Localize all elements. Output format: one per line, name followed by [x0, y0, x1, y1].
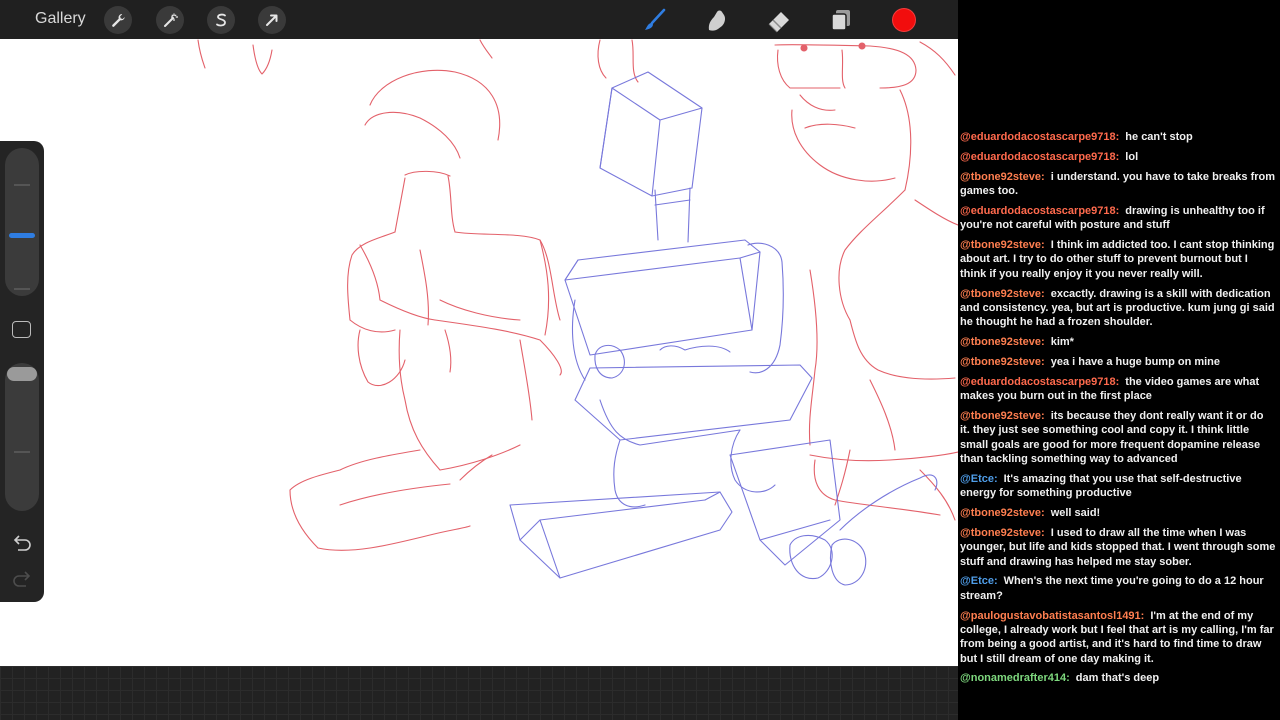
chat-username[interactable]: @tbone92steve:: [960, 288, 1045, 300]
chat-username[interactable]: @tbone92steve:: [960, 507, 1045, 519]
chat-username[interactable]: @tbone92steve:: [960, 527, 1045, 539]
chat-message-text: lol: [1125, 150, 1139, 163]
chat-message: @tbone92steve: well said!: [960, 506, 1276, 520]
chat-username[interactable]: @paulogustavobatistasantosl1491:: [960, 610, 1144, 622]
magic-wand-icon[interactable]: [156, 6, 184, 34]
slider-tick: [14, 184, 30, 186]
chat-message: @tbone92steve: I think im addicted too. I…: [960, 238, 1276, 281]
chat-message: @Etce: When's the next time you're going …: [960, 574, 1276, 603]
live-chat-panel: @eduardodacostascarpe9718: he can't stop @…: [958, 124, 1280, 720]
chat-username[interactable]: @eduardodacostascarpe9718:: [960, 131, 1119, 143]
chat-message: @nonamedrafter414: dam that's deep: [960, 671, 1276, 685]
chat-message-text: yea i have a huge bump on mine: [1050, 356, 1221, 369]
wrench-icon[interactable]: [104, 6, 132, 34]
chat-username[interactable]: @Etce:: [960, 575, 998, 587]
chat-message-text: well said!: [1050, 507, 1101, 520]
top-toolbar: Gallery: [0, 0, 958, 39]
chat-message: @tbone92steve: kim*: [960, 335, 1276, 349]
chat-message: @tbone92steve: i understand. you have to …: [960, 170, 1276, 199]
chat-username[interactable]: @tbone92steve:: [960, 356, 1045, 368]
smudge-finger-icon[interactable]: [704, 7, 730, 33]
chat-message: @eduardodacostascarpe9718: he can't stop: [960, 130, 1276, 144]
sketch-artwork: [197, 39, 958, 586]
opacity-thumb[interactable]: [7, 367, 37, 381]
chat-message: @paulogustavobatistasantosl1491: I'm at t…: [960, 609, 1276, 666]
chat-message-text: dam that's deep: [1075, 672, 1160, 685]
chat-message-text: It's amazing that you use that self-dest…: [960, 472, 1242, 500]
drawing-canvas[interactable]: [0, 39, 958, 666]
procreate-app: Gallery: [0, 0, 958, 720]
chat-username[interactable]: @eduardodacostascarpe9718:: [960, 151, 1119, 163]
chat-message-text: he can't stop: [1125, 131, 1193, 143]
chat-username[interactable]: @nonamedrafter414:: [960, 672, 1070, 684]
chat-message: @eduardodacostascarpe9718: drawing is unh…: [960, 204, 1276, 233]
arrow-cursor-icon[interactable]: [258, 6, 286, 34]
brush-icon[interactable]: [642, 7, 668, 33]
selection-s-icon[interactable]: [207, 6, 235, 34]
chat-message: @tbone92steve: its because they dont real…: [960, 409, 1276, 466]
opacity-slider[interactable]: [5, 363, 39, 511]
chat-username[interactable]: @tbone92steve:: [960, 171, 1045, 183]
chat-message: @tbone92steve: I used to draw all the tim…: [960, 526, 1276, 569]
chat-message-text: kim*: [1050, 336, 1074, 349]
chat-username[interactable]: @tbone92steve:: [960, 239, 1045, 251]
chat-username[interactable]: @Etce:: [960, 473, 998, 485]
square-icon[interactable]: [12, 321, 31, 338]
canvas-bottom-background: [0, 666, 958, 720]
chat-message: @eduardodacostascarpe9718: the video game…: [960, 375, 1276, 404]
eraser-icon[interactable]: [766, 7, 792, 33]
chat-username[interactable]: @tbone92steve:: [960, 336, 1045, 348]
chat-username[interactable]: @eduardodacostascarpe9718:: [960, 205, 1119, 217]
gallery-button[interactable]: Gallery: [35, 10, 86, 28]
chat-username[interactable]: @tbone92steve:: [960, 410, 1045, 422]
chat-message-text: When's the next time you're going to do …: [960, 575, 1264, 602]
chat-message: @tbone92steve: excactly. drawing is a ski…: [960, 287, 1276, 330]
layers-icon[interactable]: [828, 7, 854, 33]
brush-size-slider[interactable]: [5, 148, 39, 296]
redo-arrow-icon[interactable]: [10, 567, 34, 591]
undo-arrow-icon[interactable]: [10, 531, 34, 555]
brush-size-thumb[interactable]: [9, 233, 35, 238]
color-picker-swatch[interactable]: [892, 8, 916, 32]
slider-tick: [14, 288, 30, 290]
slider-tick: [14, 451, 30, 453]
chat-message: @Etce: It's amazing that you use that sel…: [960, 472, 1276, 501]
left-sidebar: [0, 141, 44, 602]
chat-message: @tbone92steve: yea i have a huge bump on …: [960, 355, 1276, 369]
chat-username[interactable]: @eduardodacostascarpe9718:: [960, 376, 1119, 388]
chat-message: @eduardodacostascarpe9718: lol: [960, 150, 1276, 164]
